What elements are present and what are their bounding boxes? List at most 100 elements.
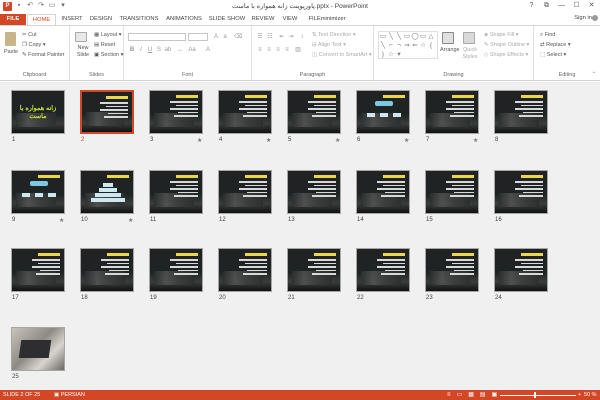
tab-animations[interactable]: ANIMATIONS: [163, 14, 205, 25]
tab-transitions[interactable]: TRANSITIONS: [117, 14, 161, 25]
slide-thumbnail-7[interactable]: [425, 90, 479, 134]
tab-review[interactable]: REVIEW: [249, 14, 277, 25]
transition-star-icon[interactable]: ★: [404, 137, 409, 144]
slide-thumbnail-1[interactable]: زانه همواره با ماست: [11, 90, 65, 134]
slide-thumbnail-16[interactable]: [494, 170, 548, 214]
slide-thumbnail-19[interactable]: [149, 248, 203, 292]
notes-icon[interactable]: ≡: [447, 390, 451, 400]
slide-thumbnail-10[interactable]: [80, 170, 134, 214]
align-text-button[interactable]: ⊟ Align Text ▾: [312, 42, 346, 49]
align-center-icon[interactable]: ≡: [265, 46, 273, 54]
slide-thumbnail-15[interactable]: [425, 170, 479, 214]
minimize-button[interactable]: —: [555, 1, 568, 11]
triangle-icon[interactable]: △: [427, 32, 435, 41]
font-color-icon[interactable]: A: [204, 46, 212, 54]
brace-icon[interactable]: {: [427, 41, 435, 50]
strikethrough-icon[interactable]: ab: [164, 46, 172, 54]
increase-indent-icon[interactable]: ⇥: [287, 33, 295, 41]
close-button[interactable]: ✕: [585, 1, 598, 11]
clear-format-icon[interactable]: ⌫: [234, 33, 242, 41]
zoom-out-button[interactable]: −: [494, 390, 497, 400]
cut-button[interactable]: ✂ Cut: [22, 32, 37, 39]
help-button[interactable]: ?: [525, 1, 538, 11]
slide-thumbnail-8[interactable]: [494, 90, 548, 134]
format-painter-button[interactable]: ✎ Format Painter: [22, 52, 65, 59]
user-avatar[interactable]: [592, 15, 598, 21]
tab-file[interactable]: FILE: [0, 14, 26, 25]
paste-button[interactable]: Paste: [4, 49, 18, 56]
slide-thumbnail-14[interactable]: [356, 170, 410, 214]
new-slide-icon[interactable]: [75, 32, 87, 42]
grow-font-icon[interactable]: A: [212, 33, 220, 41]
shape-effects-button[interactable]: ◇ Shape Effects ▾: [484, 52, 528, 59]
bold-icon[interactable]: B: [128, 46, 136, 54]
sign-in-link[interactable]: Sign in: [574, 15, 592, 21]
slide-thumbnail-12[interactable]: [218, 170, 272, 214]
star-shape-icon[interactable]: ☆: [419, 41, 427, 50]
tab-home[interactable]: HOME: [27, 14, 56, 25]
decrease-indent-icon[interactable]: ⇤: [278, 33, 286, 41]
tab-view[interactable]: VIEW: [279, 14, 301, 25]
quick-styles-button[interactable]: Quick Styles: [460, 47, 480, 61]
connector-icon[interactable]: ⌐: [387, 41, 395, 50]
slide-thumbnail-25[interactable]: [11, 327, 65, 371]
text-direction-button[interactable]: ⇅ Text Direction ▾: [312, 32, 356, 39]
slide-thumbnail-22[interactable]: [356, 248, 410, 292]
brace-icon[interactable]: }: [379, 50, 387, 59]
slide-thumbnail-21[interactable]: [287, 248, 341, 292]
reset-button[interactable]: ▤ Reset: [94, 42, 115, 49]
font-size-combo[interactable]: [188, 33, 208, 41]
shrink-font-icon[interactable]: a: [221, 33, 229, 41]
rectangle-icon[interactable]: ▭: [403, 32, 411, 41]
italic-icon[interactable]: I: [137, 46, 145, 54]
find-button[interactable]: ⌕ Find: [540, 32, 555, 39]
shadow-icon[interactable]: S: [155, 46, 163, 54]
slide-thumbnail-24[interactable]: [494, 248, 548, 292]
slide-thumbnail-23[interactable]: [425, 248, 479, 292]
normal-view-icon[interactable]: ▭: [457, 390, 463, 400]
justify-icon[interactable]: ≡: [283, 46, 291, 54]
tab-fileminimizer[interactable]: FILEminimizer: [303, 14, 351, 25]
arrow-icon[interactable]: ⇐: [411, 41, 419, 50]
slide-sorter-view-icon[interactable]: ▦: [468, 390, 474, 400]
slide-thumbnail-2[interactable]: [80, 90, 134, 134]
tab-insert[interactable]: INSERT: [58, 14, 86, 25]
zoom-slider-thumb[interactable]: [534, 392, 537, 398]
maximize-button[interactable]: ☐: [570, 1, 583, 11]
slide-thumbnail-18[interactable]: [80, 248, 134, 292]
slide-thumbnail-13[interactable]: [287, 170, 341, 214]
underline-icon[interactable]: U: [146, 46, 154, 54]
section-button[interactable]: ▣ Section ▾: [94, 52, 123, 59]
columns-icon[interactable]: ▥: [294, 46, 302, 54]
slide-thumbnail-11[interactable]: [149, 170, 203, 214]
arrange-button[interactable]: Arrange: [440, 47, 460, 54]
transition-star-icon[interactable]: ★: [473, 137, 478, 144]
bullets-icon[interactable]: ☰: [256, 33, 264, 41]
slide-thumbnail-5[interactable]: [287, 90, 341, 134]
slide-thumbnail-4[interactable]: [218, 90, 272, 134]
line-icon[interactable]: ╲: [395, 32, 403, 41]
copy-button[interactable]: ❐ Copy ▾: [22, 42, 46, 49]
line-icon[interactable]: ╲: [379, 41, 387, 50]
convert-smartart-button[interactable]: ◫ Convert to SmartArt ▾: [312, 52, 372, 59]
zoom-in-button[interactable]: +: [578, 390, 581, 400]
arrow-icon[interactable]: ⇒: [403, 41, 411, 50]
layout-button[interactable]: ▦ Layout ▾: [94, 32, 122, 39]
rectangle-icon[interactable]: ▭: [379, 32, 387, 41]
more-shapes-icon[interactable]: ▾: [395, 50, 403, 59]
align-left-icon[interactable]: ≡: [256, 46, 264, 54]
replace-button[interactable]: ⇄ Replace ▾: [540, 42, 571, 49]
zoom-slider[interactable]: [500, 394, 576, 396]
slide-thumbnail-6[interactable]: [356, 90, 410, 134]
slide-thumbnail-3[interactable]: [149, 90, 203, 134]
language-indicator[interactable]: ▣ PERSIAN: [54, 390, 85, 400]
transition-star-icon[interactable]: ★: [266, 137, 271, 144]
reading-view-icon[interactable]: ▤: [480, 390, 486, 400]
connector-icon[interactable]: ¬: [395, 41, 403, 50]
paste-icon[interactable]: [5, 32, 16, 46]
select-button[interactable]: ⬚ Select ▾: [540, 52, 566, 59]
align-right-icon[interactable]: ≡: [274, 46, 282, 54]
slide-sorter[interactable]: زانه همواره با ماست 1 2 3 ★ 4 ★ 5 ★ 6 ★ 7 ★ 8 9 ★ 10 ★ 11 1…: [0, 82, 600, 390]
slide-thumbnail-20[interactable]: [218, 248, 272, 292]
tab-design[interactable]: DESIGN: [87, 14, 115, 25]
